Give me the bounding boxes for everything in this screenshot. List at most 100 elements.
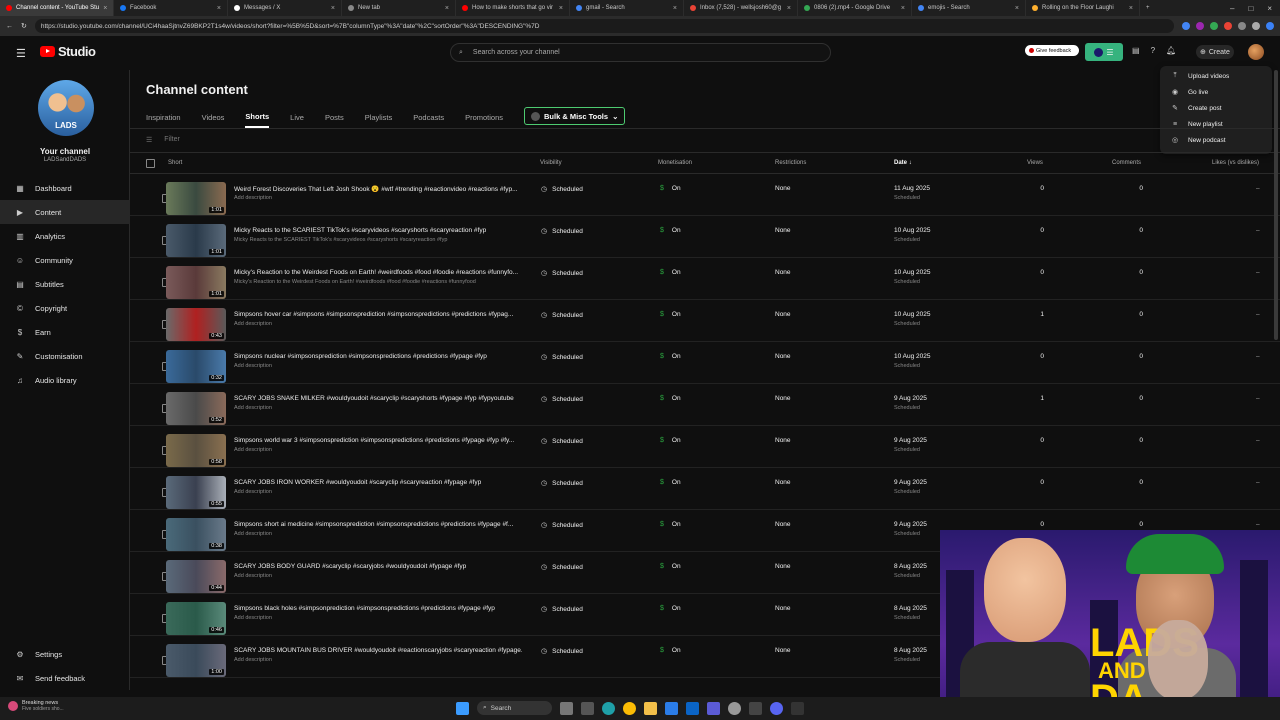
monetisation-cell[interactable]: $ On — [660, 353, 681, 360]
column-restrictions[interactable]: Restrictions — [775, 160, 806, 166]
visibility-cell[interactable]: ◷ Scheduled — [541, 185, 583, 194]
browser-tab[interactable]: Inbox (7,528) - wellsjosh60@g × — [684, 0, 798, 16]
news-widget[interactable]: Breaking news Five soldiers sho... — [8, 700, 64, 712]
create-button[interactable]: ⊕ Create — [1196, 45, 1234, 59]
filter-bar[interactable]: ☰ Filter — [146, 136, 180, 144]
browser-tab[interactable]: New tab × — [342, 0, 456, 16]
tab-videos[interactable]: Videos — [202, 106, 225, 128]
extension-icon[interactable] — [1182, 22, 1190, 30]
video-title[interactable]: Simpsons world war 3 #simpsonsprediction… — [234, 437, 522, 444]
video-thumbnail[interactable]: 0:55 — [166, 476, 226, 509]
video-thumbnail[interactable]: 1:01 — [166, 266, 226, 299]
visibility-cell[interactable]: ◷ Scheduled — [541, 521, 583, 530]
sidebar-item-send-feedback[interactable]: ✉ Send feedback — [0, 666, 130, 690]
tab-podcasts[interactable]: Podcasts — [413, 106, 444, 128]
extension-icon[interactable] — [1252, 22, 1260, 30]
account-avatar[interactable] — [1248, 44, 1264, 60]
sidebar-item-analytics[interactable]: ▥ Analytics — [0, 224, 130, 248]
visibility-cell[interactable]: ◷ Scheduled — [541, 227, 583, 236]
video-title[interactable]: Micky Reacts to the SCARIEST TikTok's #s… — [234, 227, 522, 234]
video-thumbnail[interactable]: 1:00 — [166, 644, 226, 677]
monetisation-cell[interactable]: $ On — [660, 521, 681, 528]
column-views[interactable]: Views — [1027, 160, 1043, 166]
video-thumbnail[interactable]: 0:46 — [166, 602, 226, 635]
visibility-cell[interactable]: ◷ Scheduled — [541, 395, 583, 404]
sidebar-item-content[interactable]: ▶ Content — [0, 200, 130, 224]
edge-icon[interactable] — [602, 701, 615, 715]
monetisation-cell[interactable]: $ On — [660, 227, 681, 234]
extension-icon[interactable] — [1196, 22, 1204, 30]
video-thumbnail[interactable]: 0:38 — [166, 518, 226, 551]
extension-toolbar-button[interactable]: ☰ — [1085, 43, 1123, 61]
close-tab-icon[interactable]: × — [445, 5, 449, 12]
tab-inspiration[interactable]: Inspiration — [146, 106, 181, 128]
store-icon[interactable] — [665, 701, 678, 715]
column-likes[interactable]: Likes (vs dislikes) — [1212, 160, 1259, 166]
video-thumbnail[interactable]: 1:01 — [166, 224, 226, 257]
sidebar-item-settings[interactable]: ⚙ Settings — [0, 642, 130, 666]
close-tab-icon[interactable]: × — [787, 5, 791, 12]
reload-icon[interactable]: ↻ — [21, 22, 27, 30]
monetisation-cell[interactable]: $ On — [660, 437, 681, 444]
url-field[interactable]: https://studio.youtube.com/channel/UCi4h… — [34, 19, 1174, 33]
visibility-cell[interactable]: ◷ Scheduled — [541, 605, 583, 614]
video-title[interactable]: Micky's Reaction to the Weirdest Foods o… — [234, 269, 522, 276]
sidebar-item-dashboard[interactable]: ▦ Dashboard — [0, 176, 130, 200]
video-title[interactable]: SCARY JOBS MOUNTAIN BUS DRIVER #wouldyou… — [234, 647, 522, 654]
visibility-cell[interactable]: ◷ Scheduled — [541, 269, 583, 278]
select-all-checkbox[interactable] — [146, 159, 155, 168]
column-visibility[interactable]: Visibility — [540, 160, 562, 166]
browser-tab[interactable]: Rolling on the Floor Laughi × — [1026, 0, 1140, 16]
widgets-icon[interactable] — [560, 701, 573, 715]
monetisation-cell[interactable]: $ On — [660, 479, 681, 486]
video-title[interactable]: Weird Forest Discoveries That Left Josh … — [234, 185, 522, 193]
sidebar-item-earn[interactable]: $ Earn — [0, 320, 130, 344]
sidebar-item-audio-library[interactable]: ♫ Audio library — [0, 368, 130, 392]
video-title[interactable]: Simpsons hover car #simpsons #simpsonspr… — [234, 311, 522, 318]
give-feedback-button[interactable]: Give feedback — [1025, 45, 1079, 56]
extension-icon[interactable] — [1224, 22, 1232, 30]
browser-tab[interactable]: Channel content - YouTube Stu × — [0, 0, 114, 16]
close-tab-icon[interactable]: × — [901, 5, 905, 12]
help-icon[interactable]: ? — [1151, 46, 1155, 55]
visibility-cell[interactable]: ◷ Scheduled — [541, 479, 583, 488]
minimize-icon[interactable]: – — [1230, 4, 1234, 13]
browser-tab[interactable]: Facebook × — [114, 0, 228, 16]
video-thumbnail[interactable]: 0:58 — [166, 434, 226, 467]
visibility-cell[interactable]: ◷ Scheduled — [541, 563, 583, 572]
channel-search-input[interactable]: ⌕ Search across your channel — [450, 43, 831, 62]
browser-tab[interactable]: gmail - Search × — [570, 0, 684, 16]
video-title[interactable]: SCARY JOBS BODY GUARD #scaryclip #scaryj… — [234, 563, 522, 570]
column-date[interactable]: Date ↓ — [894, 160, 912, 166]
video-thumbnail[interactable]: 0:52 — [166, 392, 226, 425]
monetisation-cell[interactable]: $ On — [660, 269, 681, 276]
filter-input[interactable]: Filter — [164, 136, 180, 144]
browser-tab[interactable]: How to make shorts that go vir × — [456, 0, 570, 16]
visibility-cell[interactable]: ◷ Scheduled — [541, 311, 583, 320]
monetisation-cell[interactable]: $ On — [660, 647, 681, 654]
video-title[interactable]: Simpsons nuclear #simpsonsprediction #si… — [234, 353, 522, 360]
visibility-cell[interactable]: ◷ Scheduled — [541, 647, 583, 656]
video-thumbnail[interactable]: 0:44 — [166, 560, 226, 593]
bulk-tools-button[interactable]: Bulk & Misc Tools ⌄ — [524, 107, 626, 125]
app-icon[interactable] — [707, 701, 720, 715]
sidebar-item-subtitles[interactable]: ▤ Subtitles — [0, 272, 130, 296]
sidebar-item-customisation[interactable]: ✎ Customisation — [0, 344, 130, 368]
tab-shorts[interactable]: Shorts — [245, 106, 270, 128]
video-title[interactable]: Simpsons short ai medicine #simpsonspred… — [234, 521, 522, 528]
taskview-icon[interactable] — [581, 701, 594, 715]
taskbar-search[interactable]: ⌕ Search — [477, 701, 552, 715]
profile-icon[interactable] — [1266, 22, 1274, 30]
tab-promotions[interactable]: Promotions — [465, 106, 503, 128]
close-tab-icon[interactable]: × — [559, 5, 563, 12]
new-tab-icon[interactable]: + — [1140, 5, 1156, 11]
video-title[interactable]: Simpsons black holes #simpsonprediction … — [234, 605, 522, 612]
sidebar-item-community[interactable]: ☺ Community — [0, 248, 130, 272]
close-tab-icon[interactable]: × — [103, 5, 107, 12]
visibility-cell[interactable]: ◷ Scheduled — [541, 437, 583, 446]
video-thumbnail[interactable]: 0:32 — [166, 350, 226, 383]
tab-playlists[interactable]: Playlists — [365, 106, 393, 128]
column-monetisation[interactable]: Monetisation — [658, 160, 692, 166]
filter-icon[interactable]: ☰ — [146, 136, 152, 144]
notifications-icon[interactable]: 🔔︎ — [1166, 46, 1176, 55]
